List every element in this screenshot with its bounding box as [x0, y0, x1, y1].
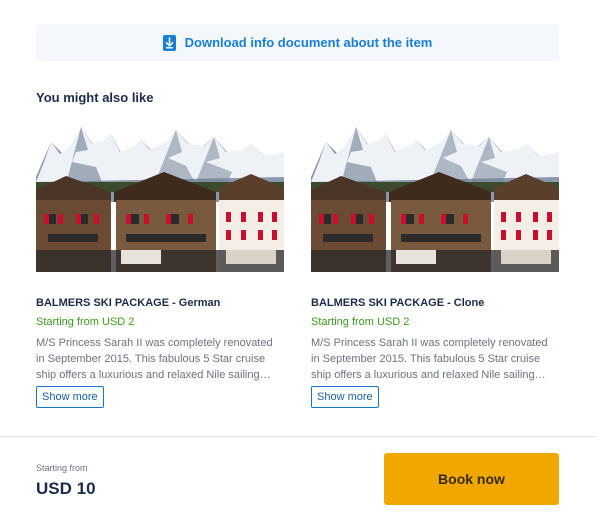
show-more-button[interactable]: Show more [36, 386, 104, 408]
download-icon [162, 34, 176, 51]
related-section-title: You might also like [36, 90, 154, 105]
card-title[interactable]: BALMERS SKI PACKAGE - German [36, 297, 284, 309]
card-image[interactable] [36, 122, 284, 274]
download-info-link[interactable]: Download info document about the item [36, 24, 559, 61]
related-card: BALMERS SKI PACKAGE - German Starting fr… [36, 122, 284, 408]
card-price: Starting from USD 2 [36, 316, 135, 328]
card-price: Starting from USD 2 [311, 316, 410, 328]
book-now-button[interactable]: Book now [384, 453, 559, 505]
footer-divider [0, 436, 596, 437]
card-description: M/S Princess Sarah II was completely ren… [311, 337, 548, 381]
footer-starting-label: Starting from [36, 463, 88, 473]
card-image[interactable] [311, 122, 559, 274]
footer-price: USD 10 [36, 479, 96, 498]
card-title[interactable]: BALMERS SKI PACKAGE - Clone [311, 297, 559, 309]
download-info-label: Download info document about the item [184, 35, 433, 50]
show-more-button[interactable]: Show more [311, 386, 379, 408]
card-description: M/S Princess Sarah II was completely ren… [36, 337, 273, 381]
related-card: BALMERS SKI PACKAGE - Clone Starting fro… [311, 122, 559, 408]
